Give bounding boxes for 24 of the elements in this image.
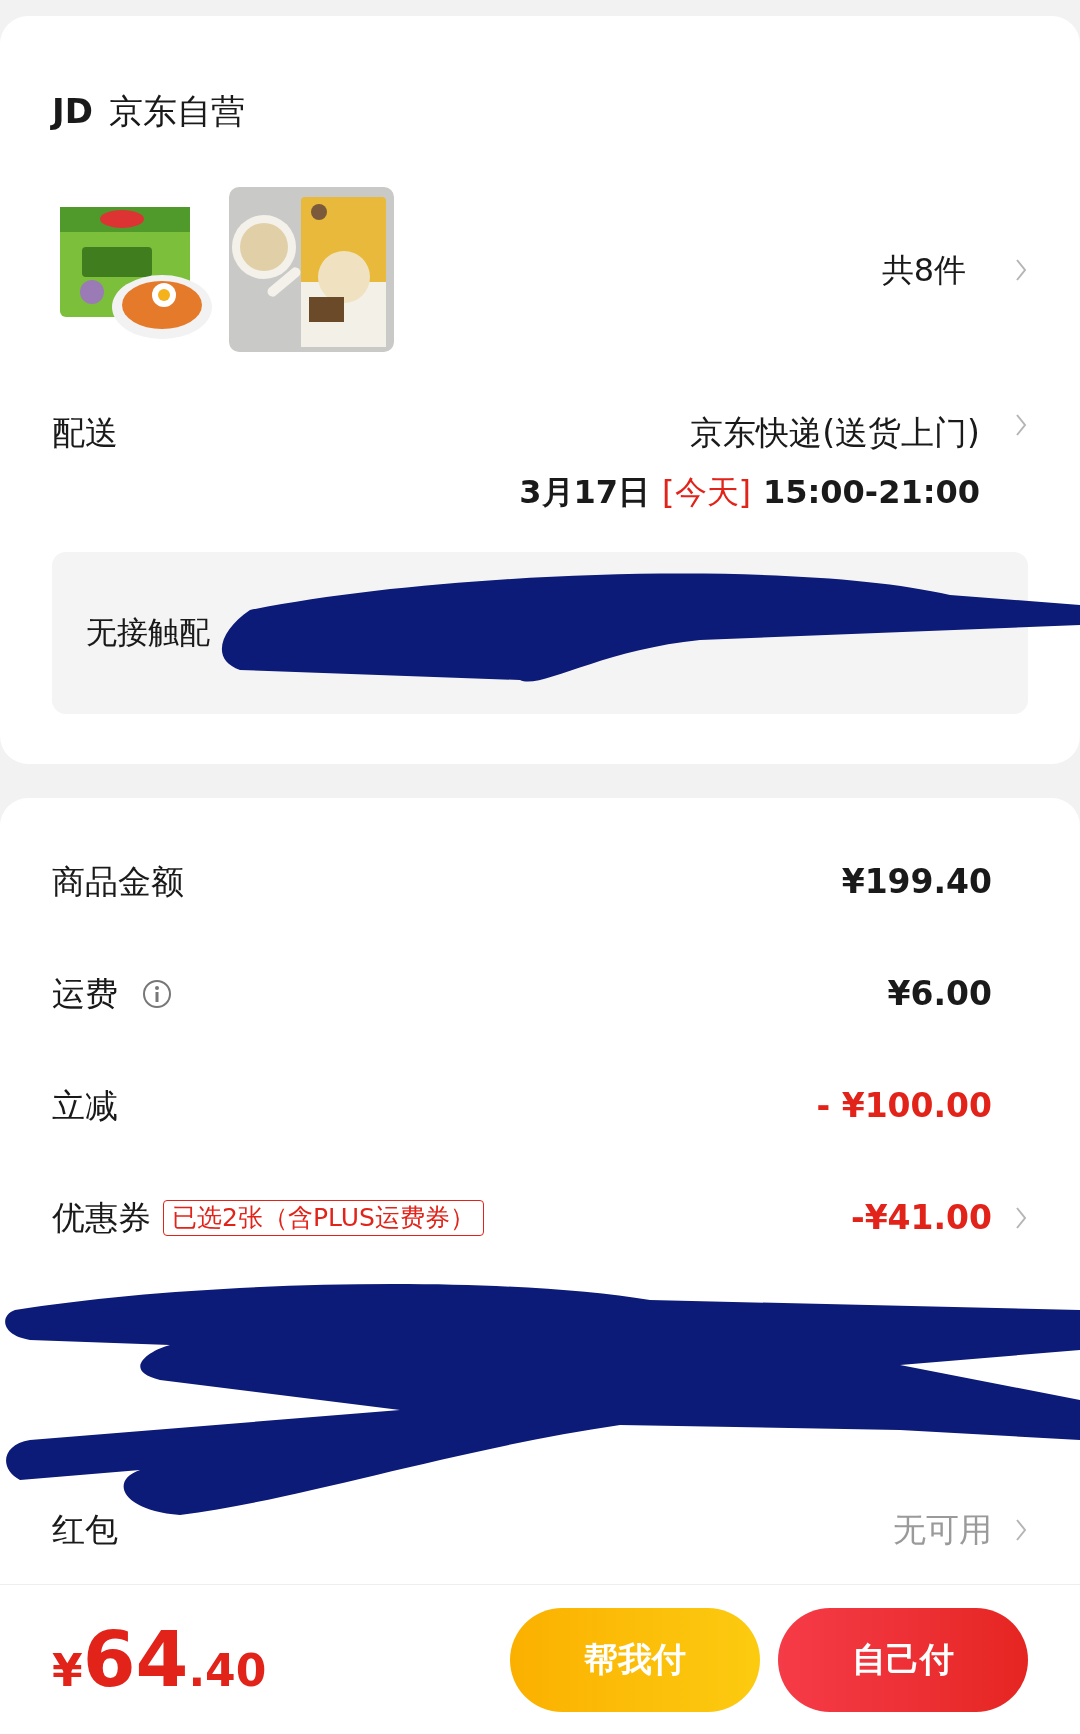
shop-name: 京东自营	[108, 90, 245, 133]
delivery-note: 无接触配	[86, 613, 210, 653]
coupon-tag: 已选2张（含PLUS运费券）	[163, 1199, 484, 1236]
fee-label: 红包	[52, 1508, 118, 1551]
fee-label: 立减	[52, 1084, 118, 1127]
pay-button[interactable]: 自己付	[778, 1607, 1028, 1712]
fee-label: 商品金额	[52, 860, 184, 903]
today-tag: [今天]	[662, 467, 751, 516]
delivery-label: 配送	[52, 412, 118, 454]
fee-value[interactable]: -¥41.00	[850, 1192, 992, 1243]
fee-label: 运费	[52, 972, 118, 1015]
fee-value: ¥199.40	[841, 860, 992, 903]
delivery-date: 3月17日	[519, 471, 651, 513]
delivery-method[interactable]: 京东快递(送货上门)	[690, 408, 980, 458]
fee-value[interactable]: 无可用	[893, 1504, 992, 1555]
fee-value: - ¥100.00	[816, 1084, 992, 1127]
delivery-time: 15:00-21:00	[763, 471, 980, 513]
total-price: ¥64.40	[52, 1613, 267, 1706]
jd-logo: JD	[52, 90, 93, 133]
fee-value: ¥6.00	[887, 972, 992, 1015]
chevron-right-icon	[1014, 412, 1028, 438]
fee-label: 优惠券	[52, 1196, 151, 1239]
item-count[interactable]: 共8件	[881, 245, 966, 294]
info-icon	[142, 978, 172, 1009]
